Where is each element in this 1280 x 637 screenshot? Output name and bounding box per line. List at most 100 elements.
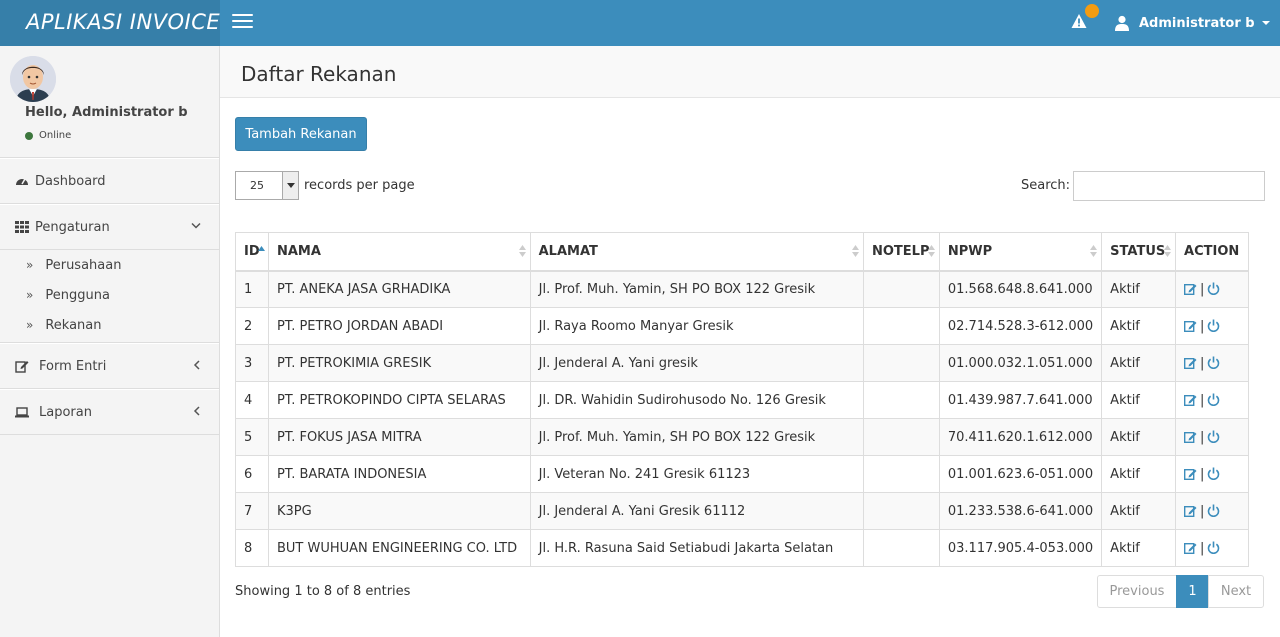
table-row: 1 PT. ANEKA JASA GRHADIKA Jl. Prof. Muh. Y… <box>235 270 1249 308</box>
column-header-npwp[interactable]: NPWP <box>938 232 1103 272</box>
search-input[interactable] <box>1073 171 1265 201</box>
cell-notelp <box>862 492 940 530</box>
edit-icon[interactable] <box>1184 356 1197 369</box>
cell-notelp <box>862 418 940 456</box>
cell-npwp: 03.117.905.4-053.000 <box>938 529 1103 567</box>
records-per-page-control: 25 records per page <box>235 171 415 200</box>
action-separator: | <box>1200 503 1205 519</box>
power-icon[interactable] <box>1207 393 1220 406</box>
column-label: STATUS <box>1110 243 1166 259</box>
table-row: 5 PT. FOKUS JASA MITRA Jl. Prof. Muh. Yami… <box>235 418 1249 456</box>
cell-nama: PT. PETROKOPINDO CIPTA SELARAS <box>267 381 531 419</box>
cell-id: 6 <box>235 455 269 493</box>
user-menu-dropdown[interactable]: Administrator b <box>1114 0 1270 46</box>
cell-npwp: 01.568.648.8.641.000 <box>938 270 1103 308</box>
cell-nama: PT. ANEKA JASA GRHADIKA <box>267 270 531 308</box>
cell-status: Aktif <box>1101 492 1177 530</box>
sort-icon <box>1090 245 1098 257</box>
grid-icon <box>15 221 29 233</box>
search-label: Search: <box>1021 178 1071 193</box>
pagination-next-button[interactable]: Next <box>1208 575 1264 608</box>
action-separator: | <box>1200 392 1205 408</box>
user-panel: Hello, Administrator b Online <box>0 46 219 158</box>
power-icon[interactable] <box>1207 541 1220 554</box>
column-label: NPWP <box>947 243 993 259</box>
column-header-nama[interactable]: NAMA <box>267 232 531 272</box>
power-icon[interactable] <box>1207 319 1220 332</box>
column-header-status[interactable]: STATUS <box>1101 232 1177 272</box>
column-label: ACTION <box>1184 243 1240 259</box>
cell-id: 4 <box>235 381 269 419</box>
pagination: Previous 1 Next <box>1097 575 1264 608</box>
cell-nama: PT. BARATA INDONESIA <box>267 455 531 493</box>
edit-icon[interactable] <box>1184 393 1197 406</box>
column-label: NAMA <box>276 243 321 259</box>
power-icon[interactable] <box>1207 467 1220 480</box>
cell-npwp: 01.439.987.7.641.000 <box>938 381 1103 419</box>
cell-nama: PT. PETROKIMIA GRESIK <box>267 344 531 382</box>
dashboard-icon <box>16 178 28 185</box>
online-status: Online <box>25 130 71 141</box>
edit-icon[interactable] <box>1184 467 1197 480</box>
power-icon[interactable] <box>1207 356 1220 369</box>
cell-action: | <box>1175 455 1249 493</box>
sidebar-item-label: Perusahaan <box>45 257 122 273</box>
sidebar-item-label: Pengaturan <box>35 219 110 235</box>
cell-action: | <box>1175 492 1249 530</box>
cell-notelp <box>862 381 940 419</box>
cell-status: Aktif <box>1101 381 1177 419</box>
greeting-text: Hello, Administrator b <box>25 105 188 120</box>
column-header-notelp[interactable]: NOTELP <box>862 232 940 272</box>
column-header-id[interactable]: ID <box>235 232 269 272</box>
page-title: Daftar Rekanan <box>241 62 397 86</box>
sidebar-item-label: Laporan <box>39 404 92 420</box>
records-per-page-select[interactable]: 25 <box>235 171 299 200</box>
cell-id: 5 <box>235 418 269 456</box>
power-icon[interactable] <box>1207 282 1220 295</box>
sort-icon <box>851 245 859 257</box>
power-icon[interactable] <box>1207 504 1220 517</box>
warning-icon[interactable] <box>1071 12 1087 30</box>
cell-alamat: Jl. DR. Wahidin Sudirohusodo No. 126 Gre… <box>529 381 864 419</box>
sidebar-item-laporan[interactable]: Laporan <box>0 389 219 435</box>
sidebar-subitem-pengguna[interactable]: » Pengguna <box>0 280 219 310</box>
pagination-previous-button[interactable]: Previous <box>1097 575 1177 608</box>
double-chevron-right-icon: » <box>26 318 34 332</box>
column-header-alamat[interactable]: ALAMAT <box>529 232 864 272</box>
sidebar-item-dashboard[interactable]: Dashboard <box>0 158 219 204</box>
cell-nama: K3PG <box>267 492 531 530</box>
edit-icon[interactable] <box>1184 541 1197 554</box>
sidebar-toggle-button[interactable] <box>232 14 253 30</box>
avatar <box>10 56 56 102</box>
table-row: 4 PT. PETROKOPINDO CIPTA SELARAS Jl. DR. W… <box>235 381 1249 419</box>
add-rekanan-button[interactable]: Tambah Rekanan <box>235 117 367 151</box>
cell-nama: PT. FOKUS JASA MITRA <box>267 418 531 456</box>
double-chevron-right-icon: » <box>26 288 34 302</box>
cell-alamat: Jl. H.R. Rasuna Said Setiabudi Jakarta S… <box>529 529 864 567</box>
cell-action: | <box>1175 381 1249 419</box>
cell-npwp: 70.411.620.1.612.000 <box>938 418 1103 456</box>
action-separator: | <box>1200 355 1205 371</box>
edit-icon[interactable] <box>1184 282 1197 295</box>
chevron-down-icon <box>191 222 201 229</box>
edit-icon[interactable] <box>1184 504 1197 517</box>
sidebar-subitem-perusahaan[interactable]: » Perusahaan <box>0 250 219 280</box>
power-icon[interactable] <box>1207 430 1220 443</box>
sidebar-item-pengaturan[interactable]: Pengaturan <box>0 204 219 250</box>
sidebar-item-form-entri[interactable]: Form Entri <box>0 343 219 389</box>
records-per-page-label: records per page <box>304 178 415 193</box>
edit-icon[interactable] <box>1184 430 1197 443</box>
dropdown-arrow-icon <box>282 172 298 199</box>
action-separator: | <box>1200 281 1205 297</box>
notification-badge <box>1085 4 1099 18</box>
cell-notelp <box>862 270 940 308</box>
cell-action: | <box>1175 418 1249 456</box>
sidebar-subitem-rekanan[interactable]: » Rekanan <box>0 310 219 340</box>
edit-icon[interactable] <box>1184 319 1197 332</box>
cell-alamat: Jl. Jenderal A. Yani Gresik 61112 <box>529 492 864 530</box>
app-logo[interactable]: APLIKASI INVOICE <box>0 0 220 46</box>
main-content: Daftar Rekanan Tambah Rekanan 25 records… <box>220 46 1280 637</box>
pagination-page-1[interactable]: 1 <box>1176 575 1209 608</box>
caret-down-icon <box>1261 21 1270 25</box>
action-separator: | <box>1200 540 1205 556</box>
